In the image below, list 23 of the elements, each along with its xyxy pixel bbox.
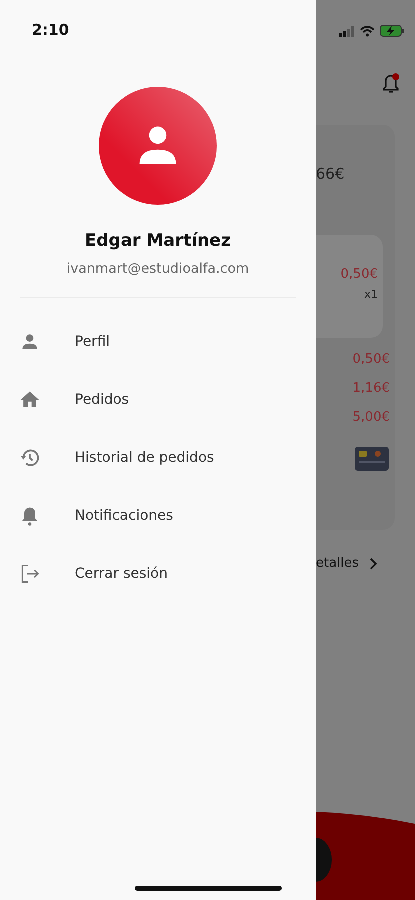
logout-icon bbox=[19, 563, 41, 585]
amount: 5,00€ bbox=[352, 410, 390, 425]
amount: 0,50€ bbox=[352, 352, 390, 367]
menu-item[interactable]: Perfil bbox=[0, 313, 316, 371]
menu-item[interactable]: Historial de pedidos bbox=[0, 429, 316, 487]
item-quantity: x1 bbox=[364, 288, 378, 301]
order-total: 66€ bbox=[316, 165, 345, 183]
battery-icon bbox=[380, 25, 405, 37]
user-email: ivanmart@estudioalfa.com bbox=[66, 261, 250, 277]
wifi-icon bbox=[360, 26, 375, 36]
menu-item[interactable]: Notificaciones bbox=[0, 487, 316, 545]
chevron-right-icon bbox=[369, 556, 380, 570]
menu-item[interactable]: Pedidos bbox=[0, 371, 316, 429]
item-price: 0,50€ bbox=[340, 267, 378, 282]
amount: 1,16€ bbox=[352, 381, 390, 396]
status-time: 2:10 bbox=[32, 21, 70, 39]
details-link[interactable]: etalles bbox=[316, 556, 415, 571]
history-icon bbox=[19, 447, 41, 469]
menu-item[interactable]: Cerrar sesión bbox=[0, 545, 316, 603]
signal-icon bbox=[339, 26, 355, 36]
user-name: Edgar Martínez bbox=[85, 231, 231, 251]
credit-card-icon bbox=[355, 447, 389, 471]
notification-bell-icon[interactable] bbox=[381, 73, 401, 95]
